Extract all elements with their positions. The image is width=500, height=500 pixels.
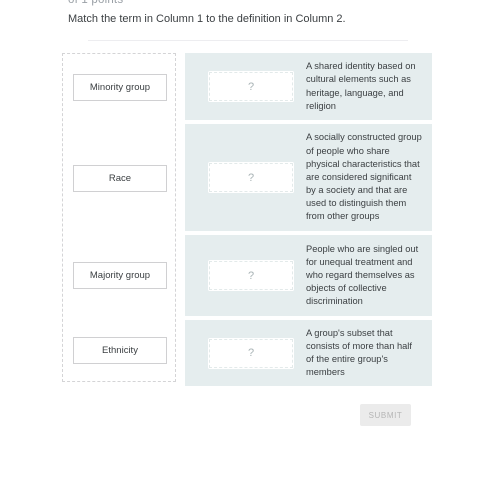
definition-card: ? A shared identity based on cultural el… [185, 53, 432, 120]
submit-button[interactable]: SUBMIT [360, 404, 411, 426]
answer-dropzone[interactable]: ? [208, 162, 294, 193]
term-label: Majority group [89, 270, 151, 281]
dropzone-placeholder: ? [247, 171, 255, 184]
answer-dropzone[interactable]: ? [208, 260, 294, 291]
dropzone-inner: ? [208, 260, 294, 291]
definition-text: A shared identity based on cultural elem… [306, 61, 416, 111]
dropzone-inner: ? [208, 71, 294, 102]
dropzone-inner: ? [208, 338, 294, 369]
question-page: of 1 points Match the term in Column 1 t… [0, 0, 500, 500]
term-label: Ethnicity [102, 345, 138, 356]
definition-card: ? A socially constructed group of people… [185, 124, 432, 231]
term-box[interactable]: Race [73, 165, 167, 192]
term-box[interactable]: Majority group [73, 262, 167, 289]
dropzone-inner: ? [208, 162, 294, 193]
definition-card: ? A group's subset that consists of more… [185, 320, 432, 386]
definitions-column: ? A shared identity based on cultural el… [185, 53, 432, 386]
points-label: of 1 points [68, 0, 124, 6]
dropzone-placeholder: ? [247, 80, 255, 93]
answer-dropzone[interactable]: ? [208, 71, 294, 102]
definition-text: A socially constructed group of people w… [306, 132, 422, 222]
term-box[interactable]: Ethnicity [73, 337, 167, 364]
answer-dropzone[interactable]: ? [208, 337, 294, 369]
dropzone-placeholder: ? [247, 269, 255, 282]
question-prompt: Match the term in Column 1 to the defini… [68, 13, 346, 25]
definition-text: A group's subset that consists of more t… [306, 327, 412, 378]
term-label: Minority group [89, 82, 151, 93]
term-label: Race [108, 173, 132, 184]
dropzone-placeholder: ? [247, 347, 255, 359]
definition-text: People who are singled out for unequal t… [306, 243, 419, 307]
header-divider [88, 40, 408, 41]
definition-card: ? People who are singled out for unequal… [185, 235, 432, 316]
term-box[interactable]: Minority group [73, 74, 167, 101]
terms-column: Minority group Race Majority group Ethni… [62, 53, 176, 382]
